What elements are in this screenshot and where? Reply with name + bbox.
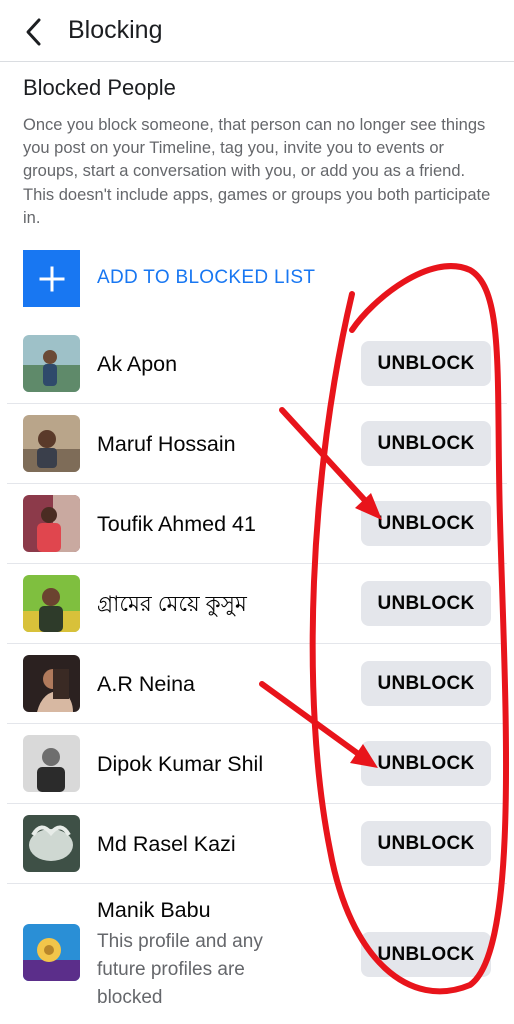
add-to-blocked-list-label: ADD TO BLOCKED LIST <box>97 267 316 288</box>
unblock-button[interactable]: UNBLOCK <box>361 821 491 866</box>
blocked-list-item: Toufik Ahmed 41 UNBLOCK <box>0 484 514 564</box>
avatar[interactable] <box>23 924 80 981</box>
blocked-list-item: Md Rasel Kazi UNBLOCK <box>0 804 514 884</box>
blocked-list-item: Manik Babu This profile and any future p… <box>0 884 514 1020</box>
app-header: Blocking <box>0 0 514 62</box>
blocked-list-item: A.R Neina UNBLOCK <box>0 644 514 724</box>
unblock-button[interactable]: UNBLOCK <box>361 932 491 977</box>
blocked-list-item: Ak Apon UNBLOCK <box>0 324 514 404</box>
blocked-person-name: A.R Neina <box>97 672 195 696</box>
chevron-left-icon <box>26 18 41 46</box>
avatar[interactable] <box>23 335 80 392</box>
unblock-button[interactable]: UNBLOCK <box>361 421 491 466</box>
unblock-button[interactable]: UNBLOCK <box>361 741 491 786</box>
unblock-button[interactable]: UNBLOCK <box>361 501 491 546</box>
avatar[interactable] <box>23 575 80 632</box>
blocked-person-name: Maruf Hossain <box>97 432 236 456</box>
blocked-person-name: গ্রামের মেয়ে কুসুম <box>97 592 247 616</box>
plus-icon <box>23 250 80 307</box>
avatar[interactable] <box>23 495 80 552</box>
blocked-person-name: Dipok Kumar Shil <box>97 752 264 776</box>
blocked-list-item: Dipok Kumar Shil UNBLOCK <box>0 724 514 804</box>
blocked-person-name: Ak Apon <box>97 352 178 376</box>
blocked-person-name: Md Rasel Kazi <box>97 832 236 856</box>
page-title: Blocking <box>68 16 163 44</box>
back-button[interactable] <box>14 12 54 52</box>
avatar[interactable] <box>23 815 80 872</box>
section-description: Once you block someone, that person can … <box>23 116 491 227</box>
unblock-button[interactable]: UNBLOCK <box>361 661 491 706</box>
blocked-person-subtitle: This profile and any future profiles are… <box>97 931 263 1008</box>
blocked-list-item: গ্রামের মেয়ে কুসুম UNBLOCK <box>0 564 514 644</box>
blocked-person-name: Manik Babu <box>97 898 211 922</box>
avatar[interactable] <box>23 735 80 792</box>
blocked-person-name: Toufik Ahmed 41 <box>97 512 256 536</box>
avatar[interactable] <box>23 655 80 712</box>
add-to-blocked-list-button[interactable]: ADD TO BLOCKED LIST <box>23 250 493 307</box>
unblock-button[interactable]: UNBLOCK <box>361 341 491 386</box>
blocked-list-item: Maruf Hossain UNBLOCK <box>0 404 514 484</box>
section-title: Blocked People <box>23 75 176 100</box>
avatar[interactable] <box>23 415 80 472</box>
blocked-list: Ak Apon UNBLOCK Maruf Hossain UNBLOCK To <box>0 324 514 1020</box>
unblock-button[interactable]: UNBLOCK <box>361 581 491 626</box>
